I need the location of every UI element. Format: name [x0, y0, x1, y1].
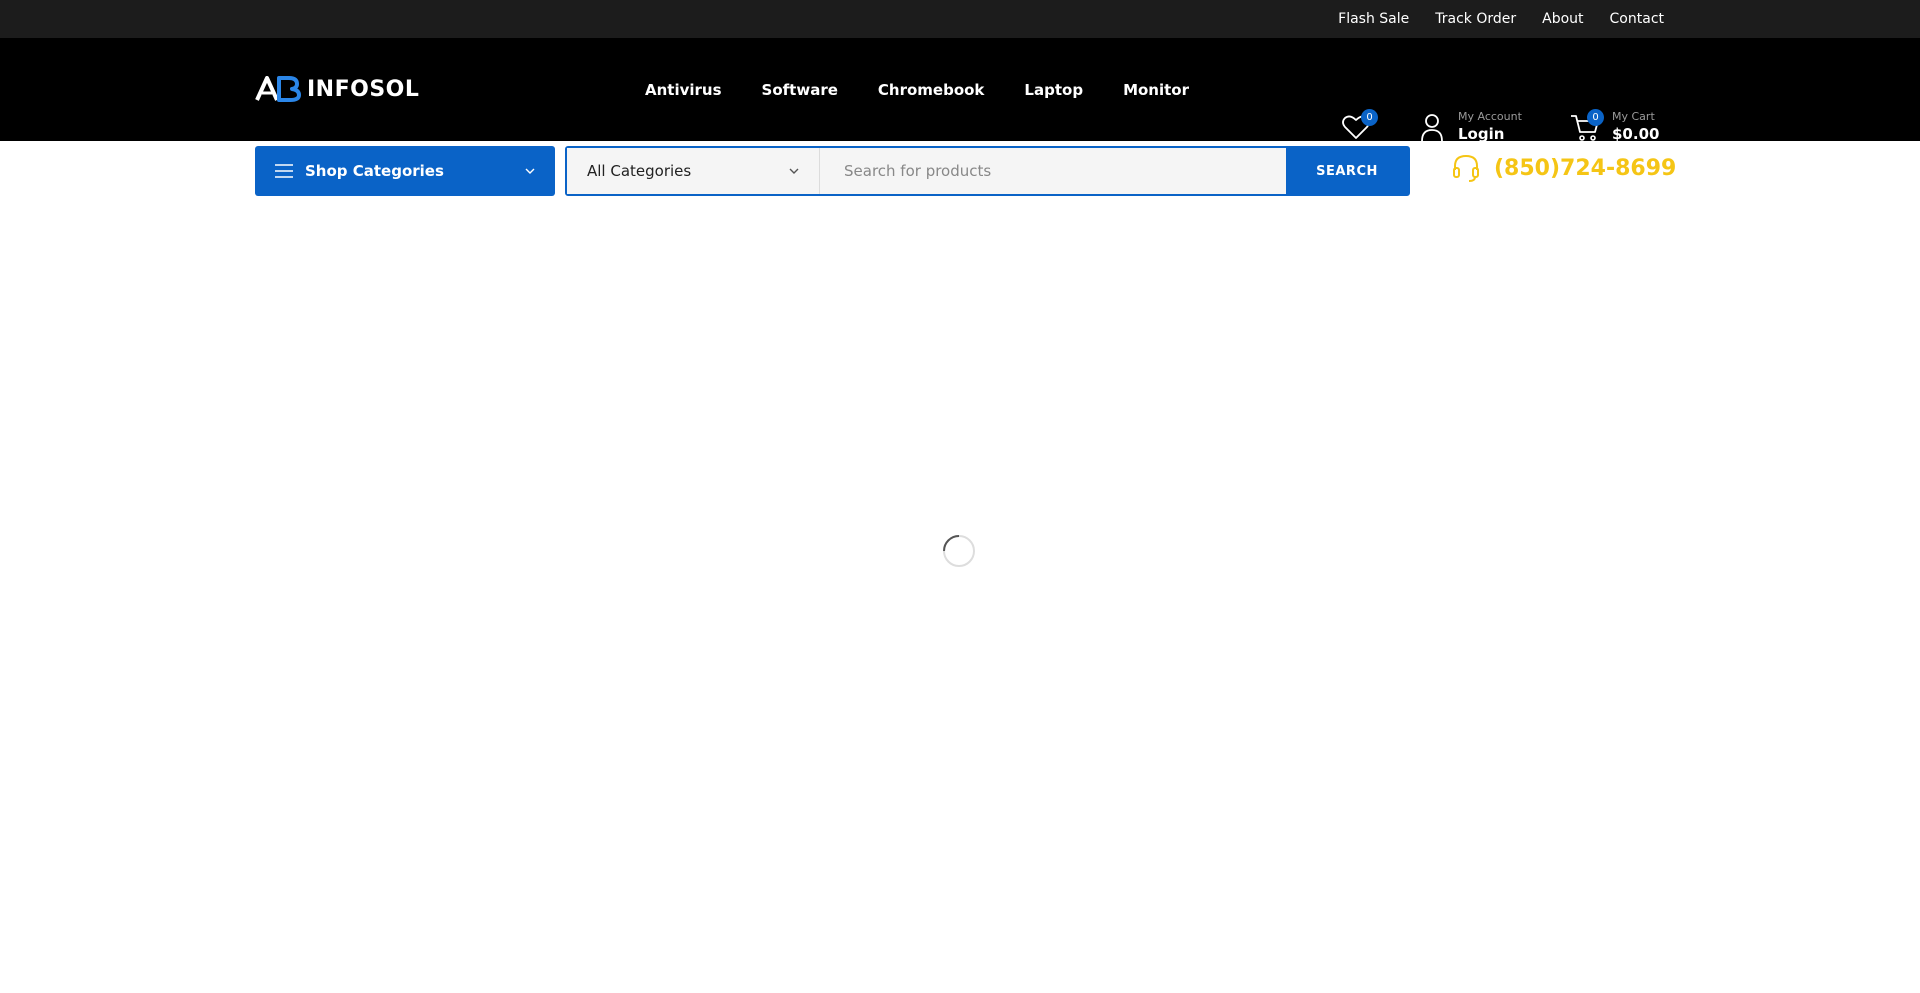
account-label: My Account: [1458, 110, 1522, 123]
top-links: Flash Sale Track Order About Contact: [1338, 0, 1664, 38]
search-form: All Categories SEARCH: [565, 146, 1410, 196]
search-row: Shop Categories All Categories SEARCH (8…: [0, 141, 1920, 201]
site-logo[interactable]: INFOSOL: [255, 74, 419, 104]
search-button[interactable]: SEARCH: [1286, 148, 1408, 194]
nav-antivirus[interactable]: Antivirus: [645, 81, 722, 99]
chevron-down-icon: [525, 168, 535, 174]
spinner-icon: [943, 535, 975, 567]
phone-number[interactable]: (850)724-8699: [1494, 156, 1676, 181]
top-link-track-order[interactable]: Track Order: [1435, 11, 1516, 27]
nav-monitor[interactable]: Monitor: [1123, 81, 1189, 99]
logo-mark-icon: [255, 76, 301, 102]
hamburger-icon: [275, 164, 293, 178]
main-nav: Antivirus Software Chromebook Laptop Mon…: [645, 38, 1189, 141]
top-utility-bar: Flash Sale Track Order About Contact: [0, 0, 1920, 38]
top-link-about[interactable]: About: [1542, 11, 1583, 27]
top-link-flash-sale[interactable]: Flash Sale: [1338, 11, 1409, 27]
wishlist-button[interactable]: 0: [1341, 109, 1378, 142]
cart-icon-wrap: 0: [1570, 108, 1604, 142]
shop-categories-button[interactable]: Shop Categories: [255, 146, 555, 196]
phone-contact: (850)724-8699: [1452, 153, 1676, 183]
top-link-contact[interactable]: Contact: [1610, 11, 1664, 27]
category-select[interactable]: All Categories: [567, 148, 820, 194]
chevron-down-icon: [789, 168, 799, 174]
cart-count-badge: 0: [1587, 108, 1604, 126]
search-input[interactable]: [820, 148, 1286, 194]
category-select-value: All Categories: [587, 162, 692, 180]
cart-text: My Cart $0.00: [1612, 110, 1659, 143]
account-text: My Account Login: [1458, 110, 1522, 143]
nav-chromebook[interactable]: Chromebook: [878, 81, 985, 99]
main-header: INFOSOL Antivirus Software Chromebook La…: [0, 38, 1920, 143]
shop-categories-label: Shop Categories: [305, 162, 444, 180]
nav-software[interactable]: Software: [762, 81, 838, 99]
headset-icon: [1453, 154, 1479, 182]
nav-laptop[interactable]: Laptop: [1024, 81, 1083, 99]
logo-text: INFOSOL: [307, 76, 420, 102]
cart-label: My Cart: [1612, 110, 1655, 123]
user-icon: [1421, 113, 1443, 141]
cart-button[interactable]: 0 My Cart $0.00: [1570, 108, 1659, 143]
account-login[interactable]: My Account Login: [1420, 110, 1522, 143]
wishlist-count-badge: 0: [1361, 109, 1378, 126]
